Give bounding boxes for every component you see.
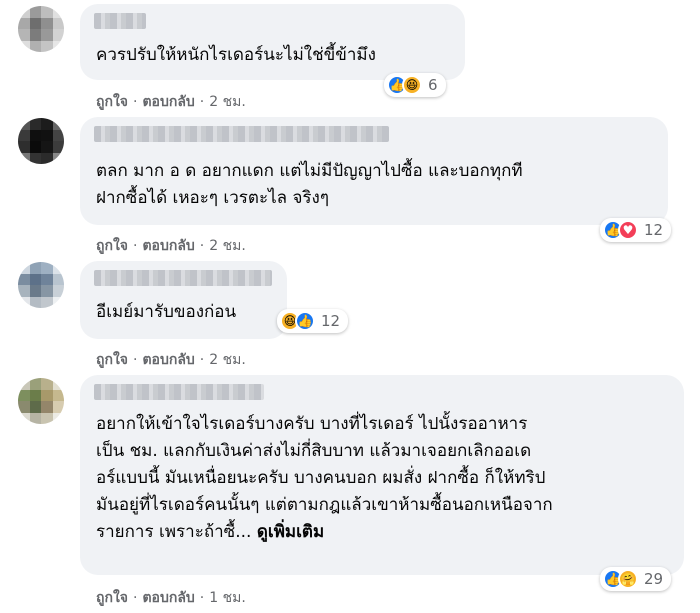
timestamp[interactable]: 1 ชม. (209, 590, 246, 606)
reply-link[interactable]: ตอบกลับ (142, 238, 194, 254)
comment-text-line: เป็น ชม. แลกกับเงินค่าส่งไม่กี่สิบบาท แล… (96, 441, 532, 461)
reply-link[interactable]: ตอบกลับ (142, 590, 194, 606)
avatar[interactable] (18, 6, 64, 52)
comment-text-line: รายการ เพราะถ้าซื้... ดูเพิ่มเติม (96, 519, 553, 546)
like-link[interactable]: ถูกใจ (96, 590, 128, 606)
reaction-count: 6 (428, 76, 438, 94)
timestamp[interactable]: 2 ชม. (209, 352, 246, 368)
reaction-count: 12 (321, 312, 341, 330)
reaction-count: 12 (644, 221, 664, 239)
avatar[interactable] (18, 262, 64, 308)
haha-reaction-icon: 😆 (402, 75, 422, 95)
like-reaction-icon: 👍 (295, 311, 315, 331)
separator-dot: · (133, 590, 138, 606)
comment-bubble: ควรปรับให้หนักไรเดอร์นะไม่ใช่ขี้ข้ามึง (80, 4, 465, 80)
comment-text-line: มันอยู่ที่ไรเดอร์คนนั้นๆ แต่ตามกฎแล้วเขา… (96, 495, 553, 515)
author-name-redacted[interactable] (94, 384, 264, 400)
comment-text: อีเมย์มารับของก่อน (96, 302, 237, 322)
comment-text-line: อร์แบบนี้ มันเหนื่อยนะครับ บางคนบอก ผมสั… (96, 468, 546, 488)
reaction-count: 29 (644, 570, 664, 588)
author-name-redacted[interactable] (94, 13, 146, 29)
reaction-summary[interactable]: 👍 🤗 29 (600, 567, 672, 591)
love-reaction-icon: ♥ (618, 220, 638, 240)
separator-dot: · (199, 238, 205, 254)
separator-dot: · (199, 352, 205, 368)
like-link[interactable]: ถูกใจ (96, 94, 128, 110)
reply-link[interactable]: ตอบกลับ (142, 94, 194, 110)
author-name-redacted[interactable] (94, 270, 272, 286)
comment-bubble: อีเมย์มารับของก่อน (80, 261, 287, 339)
timestamp[interactable]: 2 ชม. (209, 94, 246, 110)
separator-dot: · (133, 352, 138, 368)
like-link[interactable]: ถูกใจ (96, 238, 128, 254)
comment-text-line: ฝากซื้อได้ เหอะๆ เวรตะไล จริงๆ (96, 188, 329, 208)
comment-bubble: อยากให้เข้าใจไรเดอร์บางครับ บางที่ไรเดอร… (80, 375, 684, 575)
reaction-summary[interactable]: 😆 👍 12 (277, 309, 349, 333)
see-more-link[interactable]: ดูเพิ่มเติม (257, 522, 324, 542)
truncated-text: รายการ เพราะถ้าซื้... (96, 522, 252, 542)
like-link[interactable]: ถูกใจ (96, 352, 128, 368)
timestamp[interactable]: 2 ชม. (209, 238, 246, 254)
author-name-redacted[interactable] (94, 126, 389, 142)
avatar[interactable] (18, 378, 64, 424)
comment-bubble: ตลก มาก อ ด อยากแดก แต่ไม่มีปัญญาไปซื้อ … (80, 117, 668, 225)
reaction-summary[interactable]: 👍 😆 6 (384, 73, 446, 97)
care-reaction-icon: 🤗 (618, 569, 638, 589)
separator-dot: · (133, 94, 138, 110)
separator-dot: · (133, 238, 138, 254)
reaction-summary[interactable]: 👍 ♥ 12 (600, 218, 672, 242)
reply-link[interactable]: ตอบกลับ (142, 352, 194, 368)
avatar[interactable] (18, 118, 64, 164)
comment-text: ควรปรับให้หนักไรเดอร์นะไม่ใช่ขี้ข้ามึง (96, 45, 376, 65)
separator-dot: · (199, 94, 205, 110)
comment-text-line: อยากให้เข้าใจไรเดอร์บางครับ บางที่ไรเดอร… (96, 414, 528, 434)
comment-text-line: ตลก มาก อ ด อยากแดก แต่ไม่มีปัญญาไปซื้อ … (96, 161, 523, 181)
separator-dot: · (199, 590, 205, 606)
